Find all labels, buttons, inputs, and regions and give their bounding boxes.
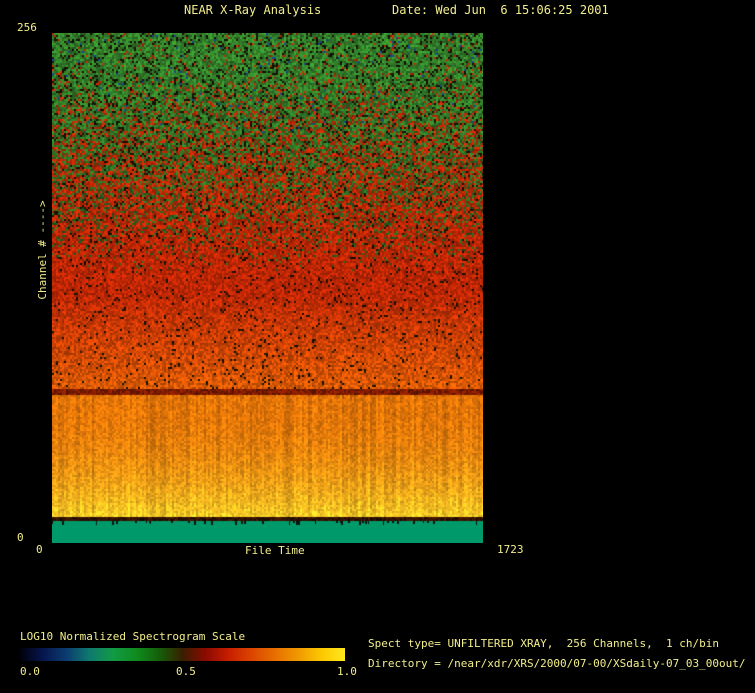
colorbar-gradient xyxy=(20,648,345,661)
spectrogram-heatmap xyxy=(52,33,483,543)
x-axis-label: File Time xyxy=(245,544,305,557)
spect-type-label: Spect type= UNFILTERED XRAY, 256 Channel… xyxy=(368,637,719,650)
directory-label: Directory = /near/xdr/XRS/2000/07-00/XSd… xyxy=(368,657,746,670)
date-label: Date: Wed Jun 6 15:06:25 2001 xyxy=(392,3,609,17)
y-axis-tick-min: 0 xyxy=(17,531,24,544)
y-axis-label: Channel # ----> xyxy=(35,200,49,300)
colorbar-tick-0: 0.0 xyxy=(20,665,40,678)
colorbar-tick-1: 0.5 xyxy=(176,665,196,678)
near-xray-analysis-window: NEAR X-Ray Analysis Date: Wed Jun 6 15:0… xyxy=(0,0,755,693)
y-axis-tick-max: 256 xyxy=(17,21,37,34)
colorbar-title: LOG10 Normalized Spectrogram Scale xyxy=(20,630,246,643)
x-axis-tick-min: 0 xyxy=(36,543,43,556)
x-axis-tick-max: 1723 xyxy=(497,543,524,556)
page-title: NEAR X-Ray Analysis xyxy=(184,3,322,17)
colorbar-tick-2: 1.0 xyxy=(337,665,357,678)
